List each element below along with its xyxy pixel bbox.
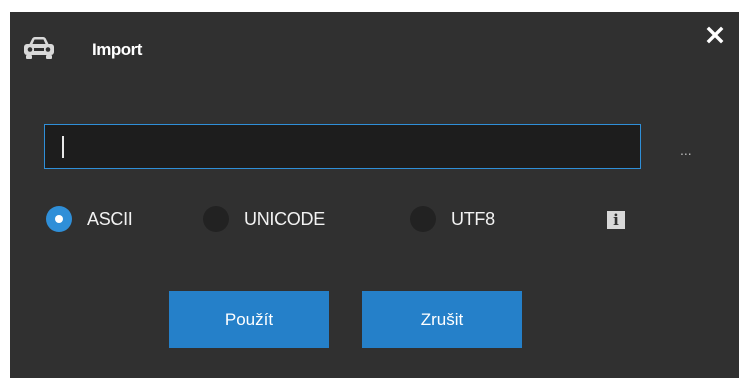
radio-unicode-label: UNICODE xyxy=(244,208,325,229)
file-path-input[interactable] xyxy=(44,124,641,169)
radio-utf8-indicator[interactable] xyxy=(410,206,436,232)
radio-unicode[interactable]: UNICODE xyxy=(203,205,325,233)
info-icon[interactable]: i xyxy=(607,211,625,229)
radio-unicode-indicator[interactable] xyxy=(203,206,229,232)
apply-button[interactable]: Použít xyxy=(169,291,329,348)
dialog-title: Import xyxy=(92,40,142,59)
browse-button[interactable]: ... xyxy=(680,143,700,157)
radio-utf8[interactable]: UTF8 xyxy=(410,205,495,233)
radio-ascii-indicator[interactable] xyxy=(46,206,72,232)
cancel-button[interactable]: Zrušit xyxy=(362,291,522,348)
close-icon[interactable] xyxy=(704,25,726,47)
car-icon xyxy=(24,37,54,59)
radio-utf8-label: UTF8 xyxy=(451,208,495,229)
radio-ascii[interactable]: ASCII xyxy=(46,205,133,233)
text-cursor xyxy=(62,136,64,158)
import-dialog: Import ... ASCII UNICODE UTF8 i Použít Z… xyxy=(10,12,739,378)
radio-ascii-label: ASCII xyxy=(87,208,133,229)
